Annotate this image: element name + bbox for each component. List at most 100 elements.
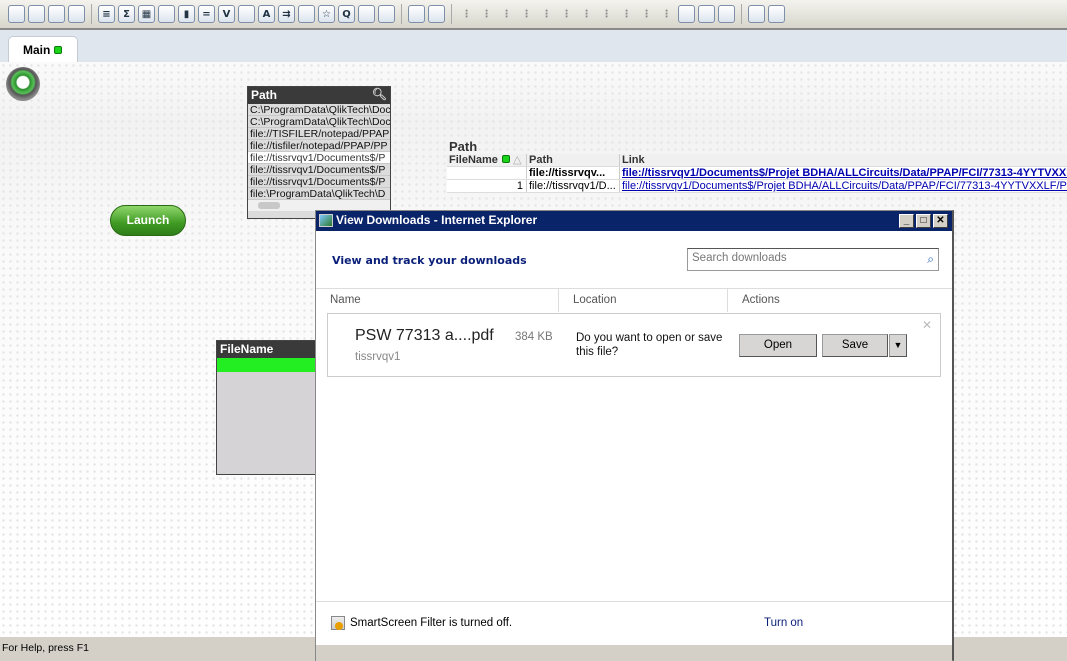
input-icon[interactable]: =: [198, 5, 215, 23]
cell-link[interactable]: file://tissrvqv1/Documents$/Projet BDHA/…: [620, 180, 1067, 192]
align-top-icon[interactable]: ⋮: [578, 5, 595, 23]
text-icon[interactable]: A: [258, 5, 275, 23]
ie-downloads-icon: [319, 214, 333, 227]
listbox-icon[interactable]: ≡: [98, 5, 115, 23]
minimize-button[interactable]: _: [899, 214, 914, 228]
distribute-icon[interactable]: ⋮: [638, 5, 655, 23]
line-icon[interactable]: ⇉: [278, 5, 295, 23]
edit-script-icon[interactable]: [68, 5, 85, 23]
forward-icon[interactable]: [48, 5, 65, 23]
listbox-item[interactable]: file://TISFILER/notepad/PPAP: [248, 128, 390, 140]
open-button[interactable]: Open: [739, 334, 817, 357]
dismiss-icon[interactable]: ✕: [922, 318, 932, 332]
filename-listbox[interactable]: FileName: [216, 340, 316, 475]
toolbar-separator: [741, 4, 742, 24]
multibox-icon[interactable]: [158, 5, 175, 23]
table-icon[interactable]: ▦: [138, 5, 155, 23]
launch-button[interactable]: Launch: [110, 205, 186, 236]
qlikview-logo-icon: [6, 67, 40, 101]
toolbar-separator: [401, 4, 402, 24]
sort-icon[interactable]: △: [513, 154, 521, 166]
design-grid-icon[interactable]: [408, 5, 425, 23]
selection-indicator-icon: [501, 155, 510, 163]
search-icon[interactable]: 🔍︎: [372, 87, 387, 101]
align-center-icon[interactable]: ⋮: [498, 5, 515, 23]
custom-icon[interactable]: [378, 5, 395, 23]
dialog-subtitle: View and track your downloads: [332, 254, 527, 267]
path-table: FileName △ Path Link file://tissrvqv... …: [447, 154, 1067, 193]
table-header-row: FileName △ Path Link: [447, 154, 1067, 167]
slider-icon[interactable]: [298, 5, 315, 23]
sheet-links-icon[interactable]: [748, 5, 765, 23]
tab-main[interactable]: Main: [8, 36, 78, 63]
column-header-path[interactable]: Path: [527, 154, 620, 166]
toolbar-separator: [91, 4, 92, 24]
toolbar-separator: [451, 4, 452, 24]
listbox-item[interactable]: C:\ProgramData\QlikTech\Doc: [248, 116, 390, 128]
wizard-icon[interactable]: [428, 5, 445, 23]
column-name: Name: [316, 289, 559, 312]
statistics-icon[interactable]: Σ: [118, 5, 135, 23]
listbox-item[interactable]: C:\ProgramData\QlikTech\Doc: [248, 104, 390, 116]
listbox-header: Path 🔍︎: [248, 87, 390, 104]
divider: [316, 601, 952, 602]
file-size: 384 KB: [515, 331, 553, 343]
search-icon[interactable]: Q: [338, 5, 355, 23]
listbox-item[interactable]: file:\ProgramData\QlikTech\D: [248, 188, 390, 200]
search-placeholder: Search downloads: [692, 252, 787, 264]
align-left-icon[interactable]: ⋮: [478, 5, 495, 23]
download-item: PSW 77313 a....pdf 384 KB tissrvqv1 Do y…: [327, 313, 941, 377]
selection-tool-icon[interactable]: ⋮: [458, 5, 475, 23]
tab-bar: [0, 30, 1067, 62]
listbox-item[interactable]: file://tisfiler/notepad/PPAP/PP: [248, 140, 390, 152]
dialog-bottom-bar: [316, 645, 952, 661]
table-row: file://tissrvqv... file://tissrvqv1/Docu…: [447, 167, 1067, 180]
center-v-icon[interactable]: ⋮: [558, 5, 575, 23]
search-icon[interactable]: ⌕: [927, 252, 934, 267]
tab-label: Main: [23, 43, 51, 57]
align-bottom-icon[interactable]: ⋮: [538, 5, 555, 23]
listbox-item-selected[interactable]: [217, 358, 315, 372]
bookmark-icon[interactable]: ☆: [318, 5, 335, 23]
cell-path: file://tissrvqv...: [527, 167, 620, 179]
dialog-title-bar[interactable]: View Downloads - Internet Explorer _ □ ✕: [316, 211, 952, 231]
user-icon[interactable]: [678, 5, 695, 23]
column-actions: Actions: [742, 294, 780, 306]
table-title: Path: [449, 139, 478, 154]
column-location: Location: [559, 289, 728, 312]
file-source: tissrvqv1: [355, 351, 401, 363]
listbox-item[interactable]: file://tissrvqv1/Documents$/P: [248, 152, 390, 164]
cell-filename: [447, 167, 527, 179]
cell-link[interactable]: file://tissrvqv1/Documents$/Projet BDHA/…: [620, 167, 1067, 179]
chart-icon[interactable]: ▮: [178, 5, 195, 23]
space-v-icon[interactable]: ⋮: [598, 5, 615, 23]
container-icon[interactable]: [358, 5, 375, 23]
close-button[interactable]: ✕: [933, 214, 948, 228]
button-icon[interactable]: [238, 5, 255, 23]
column-header-filename[interactable]: FileName △: [447, 154, 527, 166]
path-listbox[interactable]: Path 🔍︎ C:\ProgramData\QlikTech\Doc C:\Pro…: [247, 86, 391, 219]
adjust-icon[interactable]: ⋮: [658, 5, 675, 23]
edit-icon[interactable]: [718, 5, 735, 23]
cell-filename: 1: [447, 180, 527, 192]
search-downloads-input[interactable]: Search downloads ⌕: [687, 248, 939, 271]
scroll-thumb[interactable]: [258, 202, 280, 209]
listbox-item[interactable]: file://tissrvqv1/Documents$/P: [248, 164, 390, 176]
align-right-icon[interactable]: ⋮: [518, 5, 535, 23]
properties-icon[interactable]: [698, 5, 715, 23]
download-prompt: Do you want to open or save this file?: [576, 332, 723, 358]
listbox-title: Path: [251, 88, 278, 102]
current-selections-icon[interactable]: V: [218, 5, 235, 23]
column-header-link[interactable]: Link: [620, 154, 1067, 166]
save-button[interactable]: Save: [822, 334, 888, 357]
dialog-title: View Downloads - Internet Explorer: [336, 213, 538, 227]
listbox-item[interactable]: file://tissrvqv1/Documents$/P: [248, 176, 390, 188]
webview-icon[interactable]: [768, 5, 785, 23]
turn-on-link[interactable]: Turn on: [764, 617, 803, 629]
back-icon[interactable]: [28, 5, 45, 23]
new-doc-icon[interactable]: [8, 5, 25, 23]
toolbar: ≡ Σ ▦ ▮ = V A ⇉ ☆ Q ⋮ ⋮ ⋮ ⋮ ⋮ ⋮ ⋮ ⋮ ⋮ ⋮ ⋮: [0, 0, 1067, 30]
save-options-chevron-down-icon[interactable]: ▼: [889, 334, 907, 357]
maximize-button[interactable]: □: [916, 214, 931, 228]
space-h-icon[interactable]: ⋮: [618, 5, 635, 23]
